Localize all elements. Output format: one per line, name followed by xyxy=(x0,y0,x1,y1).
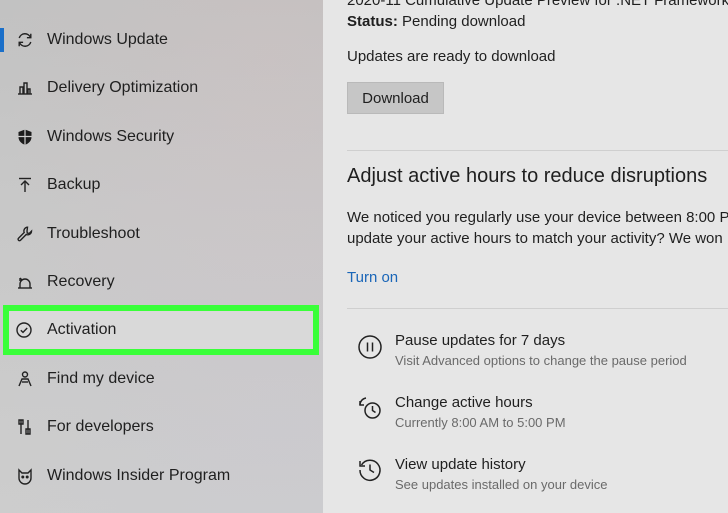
option-title: Change active hours xyxy=(395,394,533,411)
active-hours-text-line1: We noticed you regularly use your device… xyxy=(347,209,728,226)
sidebar-item-recovery[interactable]: Recovery xyxy=(0,262,323,302)
option-title: Pause updates for 7 days xyxy=(395,332,566,349)
status-value: Pending download xyxy=(402,13,526,30)
active-hours-heading: Adjust active hours to reduce disruption… xyxy=(347,165,708,187)
sidebar-item-windows-insider-program[interactable]: Windows Insider Program xyxy=(0,456,323,496)
sidebar-item-find-my-device[interactable]: Find my device xyxy=(0,359,323,399)
sidebar-item-for-developers[interactable]: For developers xyxy=(0,407,323,447)
sidebar-item-label: Windows Security xyxy=(47,128,175,145)
sidebar-item-label: Windows Insider Program xyxy=(47,467,231,484)
sync-icon xyxy=(14,29,36,51)
sidebar-item-backup[interactable]: Backup xyxy=(0,165,323,205)
section-divider xyxy=(347,308,728,309)
sidebar-item-label: Activation xyxy=(47,321,117,338)
cat-icon xyxy=(14,465,36,487)
check-circle-icon xyxy=(13,319,35,341)
sidebar-item-label: For developers xyxy=(47,418,154,435)
option-subtitle: Currently 8:00 AM to 5:00 PM xyxy=(395,415,566,430)
download-button[interactable]: Download xyxy=(347,82,444,114)
status-label: Status: xyxy=(347,13,398,30)
sidebar-item-windows-update[interactable]: Windows Update xyxy=(0,20,323,60)
sidebar-item-activation[interactable]: Activation xyxy=(0,310,323,350)
clock-schedule-icon xyxy=(359,397,381,419)
sidebar-item-troubleshoot[interactable]: Troubleshoot xyxy=(0,214,323,254)
option-subtitle: Visit Advanced options to change the pau… xyxy=(395,353,687,368)
shield-icon xyxy=(14,126,36,148)
sidebar-item-label: Recovery xyxy=(47,273,115,290)
pause-icon xyxy=(358,335,382,359)
update-name: 2020-11 Cumulative Update Preview for .N… xyxy=(347,0,728,9)
upload-arrow-icon xyxy=(14,174,36,196)
sidebar-item-delivery-optimization[interactable]: Delivery Optimization xyxy=(0,68,323,108)
sidebar-item-label: Troubleshoot xyxy=(47,225,140,242)
person-location-icon xyxy=(14,368,36,390)
delivery-icon xyxy=(14,77,36,99)
section-divider xyxy=(347,150,728,151)
option-subtitle: See updates installed on your device xyxy=(395,477,608,492)
settings-sidebar: Windows Update Delivery Optimization Win… xyxy=(0,0,323,513)
turn-on-link[interactable]: Turn on xyxy=(347,269,398,286)
windows-update-panel: 2020-11 Cumulative Update Preview for .N… xyxy=(323,0,728,513)
developer-tools-icon xyxy=(14,416,36,438)
ready-text: Updates are ready to download xyxy=(347,48,556,65)
recovery-icon xyxy=(14,271,36,293)
sidebar-item-windows-security[interactable]: Windows Security xyxy=(0,117,323,157)
sidebar-item-label: Delivery Optimization xyxy=(47,79,199,96)
sidebar-item-label: Windows Update xyxy=(47,31,168,48)
sidebar-item-label: Find my device xyxy=(47,370,155,387)
sidebar-item-label: Backup xyxy=(47,176,101,193)
active-hours-text-line2: update your active hours to match your a… xyxy=(347,230,723,247)
active-indicator xyxy=(0,28,4,52)
history-icon xyxy=(359,459,381,482)
update-status: Status: Pending download xyxy=(347,13,525,30)
wrench-icon xyxy=(14,223,36,245)
option-title: View update history xyxy=(395,456,526,473)
